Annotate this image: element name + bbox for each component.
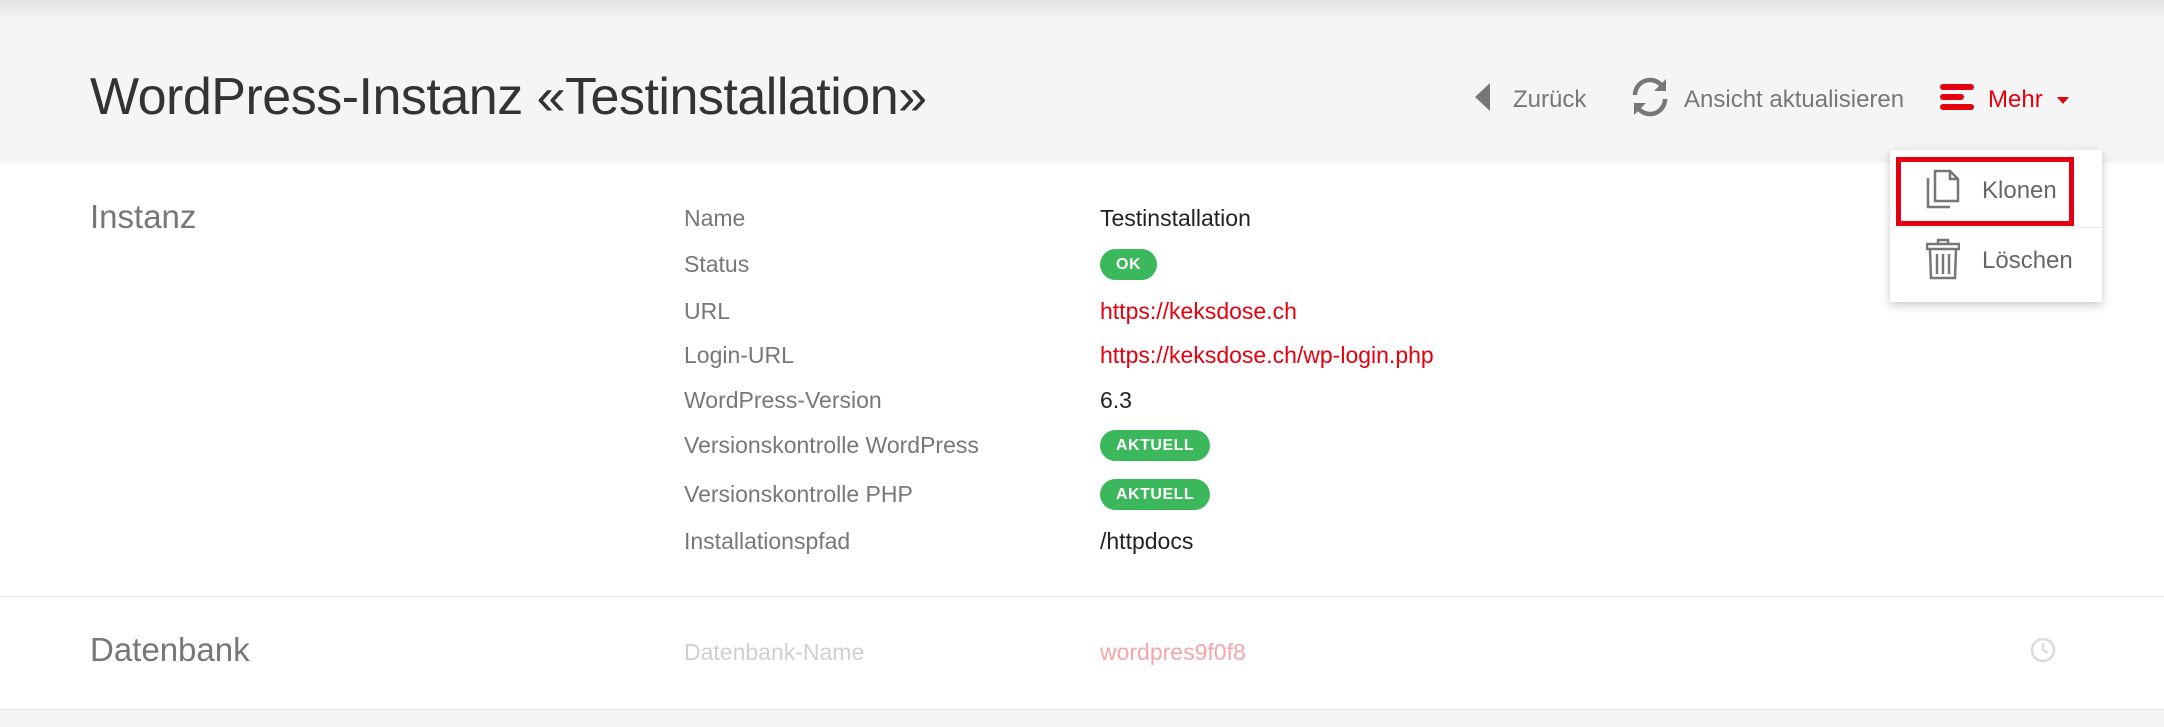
refresh-label: Ansicht aktualisieren	[1684, 86, 1905, 113]
datenbank-section: Datenbank Datenbank-Name wordpres9f0f8	[0, 597, 2164, 710]
row-vc-wordpress: Versionskontrolle WordPress AKTUELL	[684, 425, 1884, 465]
more-label: Mehr	[1988, 86, 2043, 113]
row-wp-version: WordPress-Version 6.3	[684, 380, 1884, 420]
row-vc-php: Versionskontrolle PHP AKTUELL	[684, 474, 1884, 514]
row-name: Name Testinstallation	[684, 198, 1884, 238]
instanz-section: Instanz Name Testinstallation Status OK …	[0, 163, 2164, 597]
row-label: Name	[684, 204, 746, 231]
status-badge: OK	[1100, 249, 1157, 280]
row-status: Status OK	[684, 244, 1884, 284]
row-label: Login-URL	[684, 341, 794, 368]
login-url-link[interactable]: https://keksdose.ch/wp-login.php	[1100, 342, 1434, 369]
row-label: Datenbank-Name	[684, 638, 865, 665]
menu-icon	[1940, 82, 1974, 119]
instance-name-value: Testinstallation	[1100, 204, 1251, 231]
row-label: URL	[684, 297, 731, 324]
back-label: Zurück	[1513, 86, 1587, 113]
highlight-box	[1896, 157, 2074, 226]
wp-version-value: 6.3	[1100, 386, 1132, 413]
row-label: WordPress-Version	[684, 386, 882, 413]
refresh-button[interactable]: Ansicht aktualisieren	[1628, 70, 1904, 130]
row-url: URL https://keksdose.ch	[684, 291, 1884, 331]
row-label: Status	[684, 250, 750, 277]
back-button[interactable]: Zurück	[1475, 70, 1586, 130]
page-header: WordPress-Instanz «Testinstallation» Zur…	[0, 0, 2164, 163]
section-title-instanz: Instanz	[90, 198, 197, 235]
row-label: Installationspfad	[684, 527, 851, 554]
php-version-badge: AKTUELL	[1100, 479, 1211, 510]
row-install-path: Installationspfad /httpdocs	[684, 521, 1884, 561]
section-title-datenbank: Datenbank	[90, 631, 250, 668]
more-button[interactable]: Mehr	[1940, 70, 2069, 130]
top-shadow	[0, 0, 2164, 22]
wp-version-badge: AKTUELL	[1100, 430, 1211, 461]
row-login-url: Login-URL https://keksdose.ch/wp-login.p…	[684, 335, 1884, 375]
install-path-value: /httpdocs	[1100, 527, 1194, 554]
caret-down-icon	[2056, 96, 2069, 104]
db-name-link[interactable]: wordpres9f0f8	[1100, 639, 1246, 666]
menu-item-delete[interactable]: Löschen	[1890, 227, 2102, 294]
chevron-left-icon	[1475, 82, 1491, 118]
row-label: Versionskontrolle PHP	[684, 480, 913, 507]
page-title: WordPress-Instanz «Testinstallation»	[90, 68, 927, 126]
page: WordPress-Instanz «Testinstallation» Zur…	[0, 0, 2164, 727]
refresh-icon	[1628, 75, 1672, 126]
trash-icon	[1925, 238, 1961, 285]
row-db-name: Datenbank-Name wordpres9f0f8	[684, 637, 1246, 667]
url-link[interactable]: https://keksdose.ch	[1100, 298, 1297, 325]
history-icon[interactable]	[2028, 635, 2058, 670]
row-label: Versionskontrolle WordPress	[684, 431, 979, 458]
menu-item-label: Löschen	[1982, 247, 2073, 274]
